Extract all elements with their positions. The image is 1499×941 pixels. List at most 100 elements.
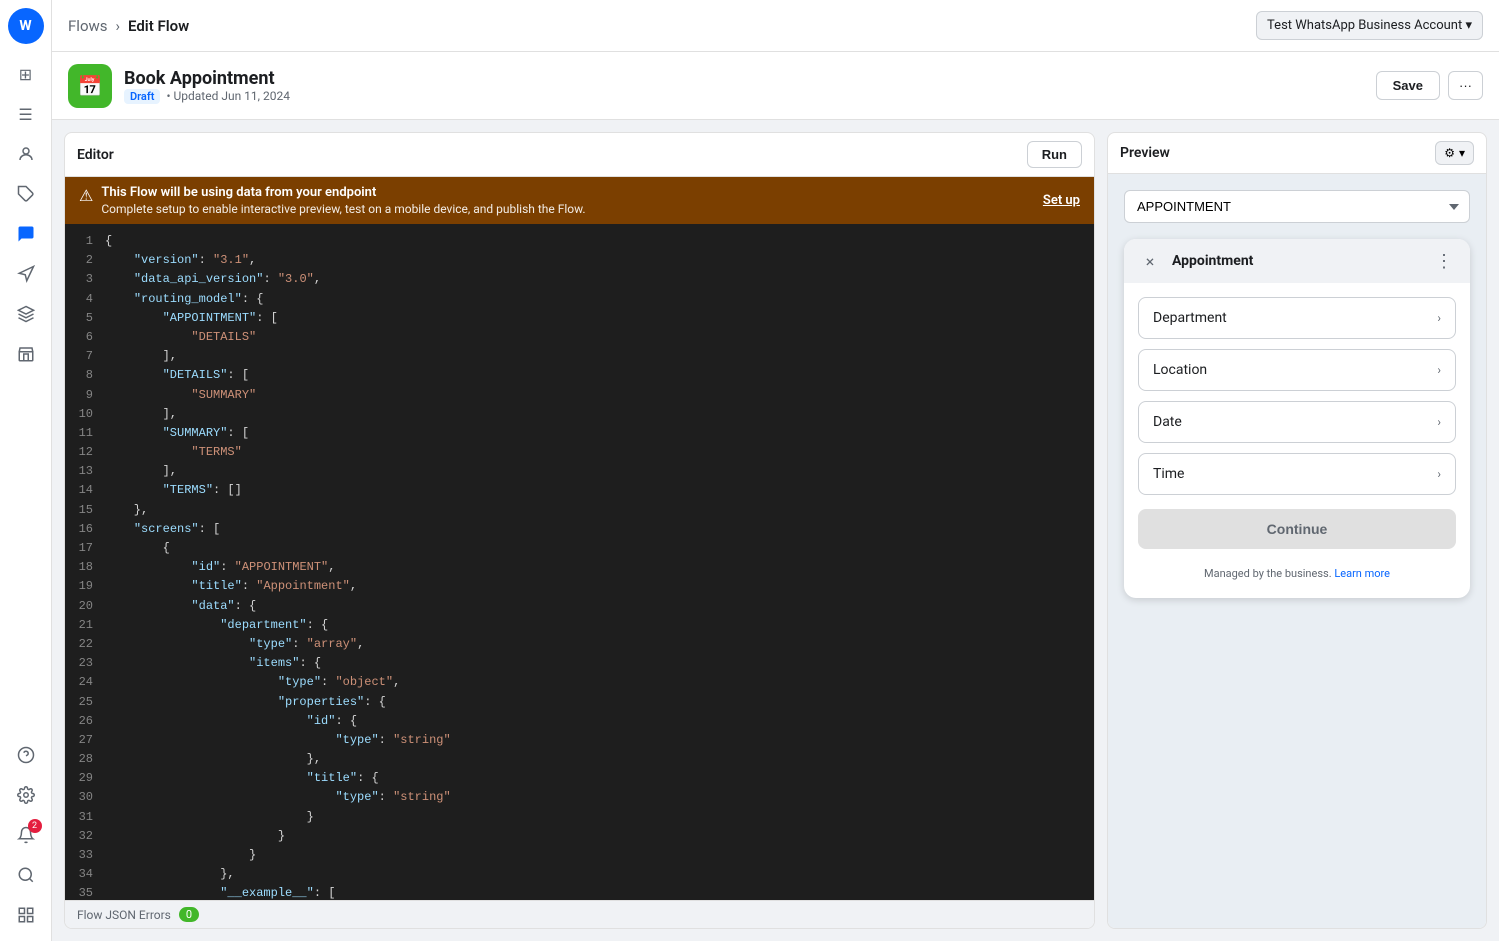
line-number: 5	[65, 309, 105, 328]
wa-field-time[interactable]: Time ›	[1138, 453, 1456, 495]
warning-banner-left: ⚠ This Flow will be using data from your…	[79, 185, 586, 216]
code-line: 12 "TERMS"	[65, 443, 1094, 462]
wa-field-department[interactable]: Department ›	[1138, 297, 1456, 339]
line-content: "department": {	[105, 616, 1094, 635]
sidebar-icon-home[interactable]: ⊞	[8, 56, 44, 92]
wa-field-department-arrow: ›	[1437, 311, 1441, 325]
wa-field-date[interactable]: Date ›	[1138, 401, 1456, 443]
line-number: 14	[65, 481, 105, 500]
flow-updated: • Updated Jun 11, 2024	[166, 89, 290, 103]
code-line: 1{	[65, 232, 1094, 251]
sidebar-icon-user[interactable]	[8, 136, 44, 172]
editor-panel: Editor Run ⚠ This Flow will be using dat…	[64, 132, 1095, 929]
line-content: "screens": [	[105, 520, 1094, 539]
line-content: {	[105, 539, 1094, 558]
line-number: 31	[65, 808, 105, 827]
breadcrumb-flows[interactable]: Flows	[68, 17, 108, 35]
line-number: 24	[65, 673, 105, 692]
wa-field-date-label: Date	[1153, 414, 1182, 430]
line-number: 29	[65, 769, 105, 788]
flow-title: Book Appointment	[124, 68, 290, 89]
code-editor[interactable]: 1{2 "version": "3.1",3 "data_api_version…	[65, 224, 1094, 900]
preview-settings-button[interactable]: ⚙ ▾	[1435, 141, 1474, 165]
line-number: 22	[65, 635, 105, 654]
setup-link[interactable]: Set up	[1043, 193, 1080, 208]
line-number: 26	[65, 712, 105, 731]
code-line: 25 "properties": {	[65, 693, 1094, 712]
line-number: 1	[65, 232, 105, 251]
wa-field-department-label: Department	[1153, 310, 1227, 326]
sidebar-icon-chat[interactable]	[8, 216, 44, 252]
line-number: 15	[65, 501, 105, 520]
code-line: 13 ],	[65, 462, 1094, 481]
code-line: 24 "type": "object",	[65, 673, 1094, 692]
line-content: "title": "Appointment",	[105, 577, 1094, 596]
preview-panel: Preview ⚙ ▾ APPOINTMENT DETAILS SUMMARY …	[1107, 132, 1487, 929]
line-content: "type": "string"	[105, 731, 1094, 750]
sidebar-icon-store[interactable]	[8, 336, 44, 372]
topbar: Flows › Edit Flow Test WhatsApp Business…	[52, 0, 1499, 52]
warning-title: This Flow will be using data from your e…	[101, 185, 585, 200]
code-line: 35 "__example__": [	[65, 884, 1094, 900]
code-line: 9 "SUMMARY"	[65, 386, 1094, 405]
sidebar-icon-tag[interactable]	[8, 176, 44, 212]
line-content: "title": {	[105, 769, 1094, 788]
flow-meta: Draft • Updated Jun 11, 2024	[124, 89, 290, 104]
sidebar-icon-help[interactable]	[8, 737, 44, 773]
wa-field-date-arrow: ›	[1437, 415, 1441, 429]
sidebar-icon-box[interactable]	[8, 296, 44, 332]
sidebar: W ⊞ ☰ 2	[0, 0, 52, 941]
line-content: "DETAILS"	[105, 328, 1094, 347]
wa-close-button[interactable]: ×	[1138, 249, 1162, 273]
settings-chevron-icon: ▾	[1459, 146, 1465, 160]
run-button[interactable]: Run	[1027, 141, 1082, 168]
line-content: "routing_model": {	[105, 290, 1094, 309]
wa-continue-button[interactable]: Continue	[1138, 509, 1456, 549]
line-number: 2	[65, 251, 105, 270]
sidebar-icon-grid[interactable]	[8, 897, 44, 933]
line-number: 13	[65, 462, 105, 481]
line-number: 28	[65, 750, 105, 769]
wa-field-location[interactable]: Location ›	[1138, 349, 1456, 391]
wa-more-button[interactable]: ⋮	[1432, 249, 1456, 273]
line-content: },	[105, 501, 1094, 520]
line-content: "data_api_version": "3.0",	[105, 270, 1094, 289]
sidebar-icon-search[interactable]	[8, 857, 44, 893]
topbar-right: Test WhatsApp Business Account ▾	[1256, 11, 1483, 40]
wa-managed-text: Managed by the business. Learn more	[1138, 559, 1456, 584]
screen-select-dropdown[interactable]: APPOINTMENT DETAILS SUMMARY TERMS	[1124, 190, 1470, 223]
wa-field-time-arrow: ›	[1437, 467, 1441, 481]
breadcrumb-current: Edit Flow	[128, 17, 189, 35]
code-line: 15 },	[65, 501, 1094, 520]
line-content: }	[105, 846, 1094, 865]
sidebar-icon-settings[interactable]	[8, 777, 44, 813]
code-line: 5 "APPOINTMENT": [	[65, 309, 1094, 328]
more-button[interactable]: ···	[1448, 71, 1483, 100]
editor-title: Editor	[77, 147, 114, 163]
code-line: 32 }	[65, 827, 1094, 846]
code-line: 28 },	[65, 750, 1094, 769]
sidebar-icon-menu[interactable]: ☰	[8, 96, 44, 132]
sidebar-icon-notifications[interactable]: 2	[8, 817, 44, 853]
wa-card-header: × Appointment ⋮	[1124, 239, 1470, 283]
wa-learn-more-link[interactable]: Learn more	[1334, 567, 1390, 580]
code-line: 8 "DETAILS": [	[65, 366, 1094, 385]
line-content: "type": "array",	[105, 635, 1094, 654]
line-number: 23	[65, 654, 105, 673]
error-count: 0	[179, 907, 199, 922]
save-button[interactable]: Save	[1376, 71, 1440, 100]
code-line: 17 {	[65, 539, 1094, 558]
line-content: "data": {	[105, 597, 1094, 616]
line-content: "version": "3.1",	[105, 251, 1094, 270]
line-number: 11	[65, 424, 105, 443]
line-content: "SUMMARY": [	[105, 424, 1094, 443]
account-selector[interactable]: Test WhatsApp Business Account ▾	[1256, 11, 1483, 40]
line-number: 19	[65, 577, 105, 596]
wa-card-body: Department › Location › Date › Time	[1124, 283, 1470, 598]
code-line: 21 "department": {	[65, 616, 1094, 635]
preview-toolbar: Preview ⚙ ▾	[1108, 133, 1486, 174]
main-content: Flows › Edit Flow Test WhatsApp Business…	[52, 0, 1499, 941]
wa-field-location-label: Location	[1153, 362, 1207, 378]
sidebar-icon-broadcast[interactable]	[8, 256, 44, 292]
screen-selector[interactable]: APPOINTMENT DETAILS SUMMARY TERMS	[1124, 190, 1470, 223]
